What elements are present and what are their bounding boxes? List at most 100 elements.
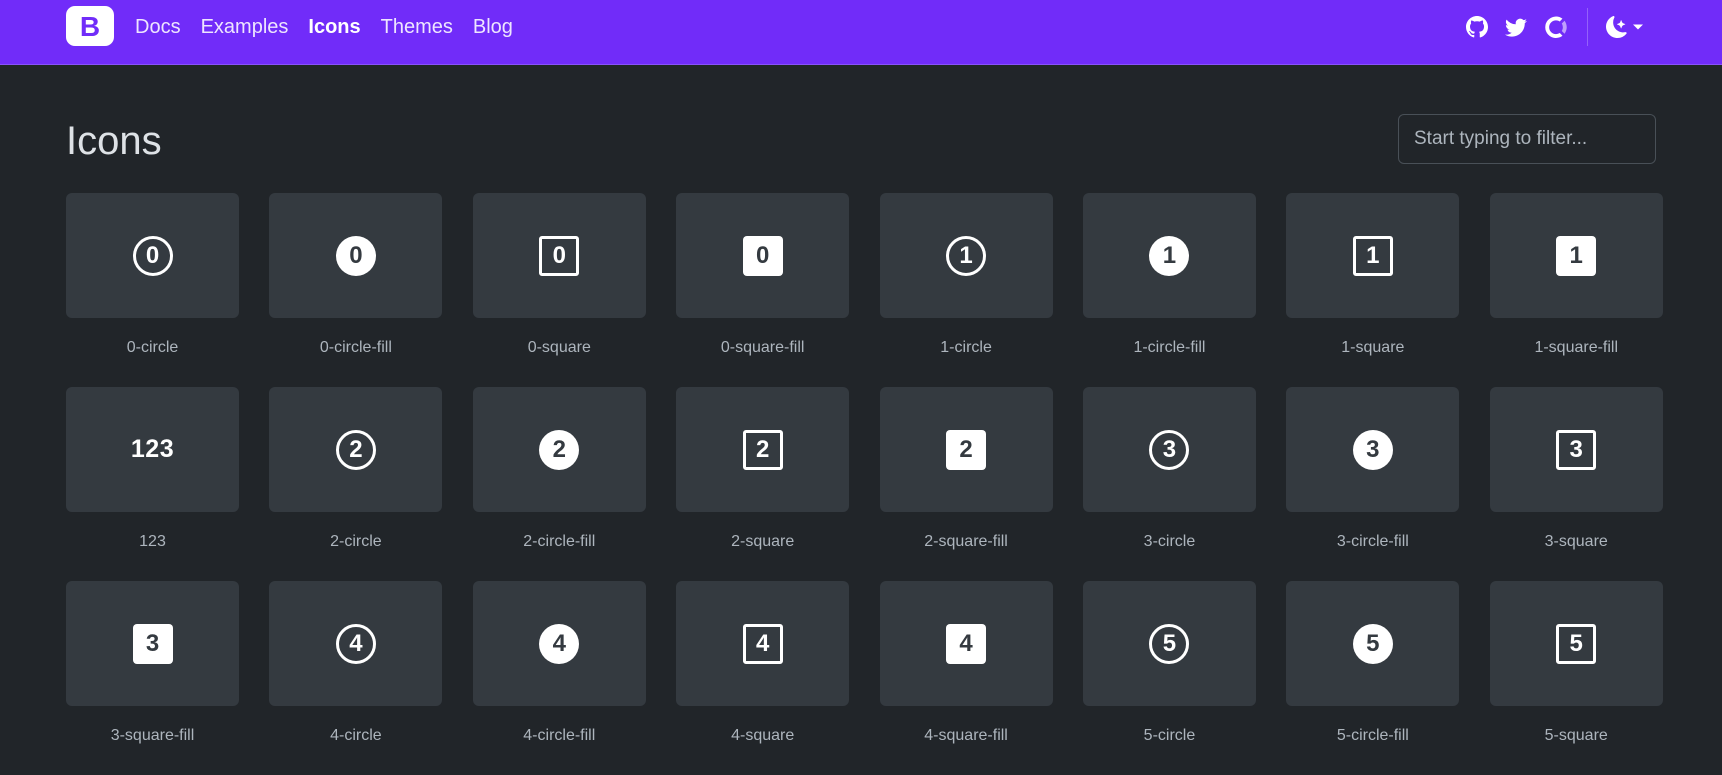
icon-label: 2-circle-fill — [523, 533, 596, 550]
2-square-icon: 2 — [742, 429, 783, 470]
icon-label: 4-circle-fill — [523, 727, 596, 744]
bootstrap-logo[interactable]: B — [66, 6, 114, 46]
icon-preview: 1 — [1286, 193, 1460, 318]
5-circle-icon: 5 — [1149, 623, 1190, 664]
icon-preview: 1 — [1489, 193, 1663, 318]
3-circle-fill-icon: 3 — [1352, 429, 1393, 470]
icon-card-0-square[interactable]: 0 0-square — [472, 193, 646, 387]
icon-label: 0-square-fill — [720, 339, 805, 356]
bootstrap-logo-icon: B — [80, 11, 100, 42]
twitter-icon[interactable] — [1505, 16, 1527, 38]
icon-preview: 3 — [1082, 387, 1256, 512]
icon-card-1-circle[interactable]: 1 1-circle — [879, 193, 1053, 387]
icon-preview: 5 — [1489, 581, 1663, 706]
icon-preview: 0 — [676, 193, 850, 318]
icon-label: 0-square — [527, 339, 591, 356]
icon-card-4-square[interactable]: 4 4-square — [676, 581, 850, 775]
nav-link-blog[interactable]: Blog — [473, 16, 513, 39]
icon-card-1-square-fill[interactable]: 1 1-square-fill — [1489, 193, 1663, 387]
icon-label: 0-circle — [126, 339, 179, 356]
icon-label: 1-square-fill — [1534, 339, 1619, 356]
icon-card-4-square-fill[interactable]: 4 4-square-fill — [879, 581, 1053, 775]
3-circle-icon: 3 — [1149, 429, 1190, 470]
icon-preview: 0 — [269, 193, 443, 318]
icon-preview: 3 — [66, 581, 239, 706]
icon-label: 2-circle — [330, 533, 382, 550]
top-navbar: B Docs Examples Icons Themes Blog — [0, 0, 1722, 65]
brand-letter: B — [80, 11, 100, 42]
2-circle-icon: 2 — [335, 429, 376, 470]
icon-card-1-square[interactable]: 1 1-square — [1286, 193, 1460, 387]
icon-preview: 123 — [66, 387, 239, 512]
icon-label: 2-square-fill — [924, 533, 1008, 550]
icon-card-0-circle[interactable]: 0 0-circle — [66, 193, 239, 387]
icon-card-5-circle[interactable]: 5 5-circle — [1082, 581, 1256, 775]
5-square-icon: 5 — [1556, 623, 1597, 664]
4-circle-fill-icon: 4 — [539, 623, 580, 664]
icon-card-1-circle-fill[interactable]: 1 1-circle-fill — [1082, 193, 1256, 387]
icon-card-2-circle[interactable]: 2 2-circle — [269, 387, 443, 581]
icon-preview: 1 — [1082, 193, 1256, 318]
icon-preview: 0 — [472, 193, 646, 318]
2-square-fill-icon: 2 — [946, 429, 987, 470]
2-circle-fill-icon: 2 — [539, 429, 580, 470]
icon-label: 0-circle-fill — [319, 339, 392, 356]
icon-preview: 1 — [879, 193, 1053, 318]
0-circle-icon: 0 — [132, 235, 173, 276]
icon-label: 5-square — [1544, 727, 1608, 744]
icon-card-4-circle[interactable]: 4 4-circle — [269, 581, 443, 775]
icon-card-2-circle-fill[interactable]: 2 2-circle-fill — [472, 387, 646, 581]
icon-card-4-circle-fill[interactable]: 4 4-circle-fill — [472, 581, 646, 775]
icon-label: 4-square — [731, 727, 795, 744]
icon-card-0-circle-fill[interactable]: 0 0-circle-fill — [269, 193, 443, 387]
icon-preview: 2 — [879, 387, 1053, 512]
1-square-fill-icon: 1 — [1556, 235, 1597, 276]
icon-preview: 4 — [472, 581, 646, 706]
icon-filter-input[interactable] — [1398, 114, 1656, 164]
0-square-fill-icon: 0 — [742, 235, 783, 276]
icon-label: 3-circle — [1143, 533, 1196, 550]
icon-label: 4-circle — [330, 727, 382, 744]
opencollective-icon[interactable] — [1545, 16, 1567, 38]
github-icon[interactable] — [1466, 16, 1488, 38]
icon-card-2-square-fill[interactable]: 2 2-square-fill — [879, 387, 1053, 581]
icon-label: 5-circle — [1143, 727, 1196, 744]
icon-preview: 4 — [676, 581, 850, 706]
icon-preview: 4 — [879, 581, 1053, 706]
nav-link-icons[interactable]: Icons — [308, 16, 360, 39]
icon-grid: 0 0-circle 0 0-circle-fill 0 0-square 0 0-squar… — [66, 193, 1663, 775]
nav-link-themes[interactable]: Themes — [381, 16, 453, 39]
theme-toggle-button[interactable] — [1606, 14, 1648, 40]
icon-label: 4-square-fill — [924, 727, 1008, 744]
icon-card-3-circle[interactable]: 3 3-circle — [1082, 387, 1256, 581]
moon-stars-icon — [1606, 16, 1627, 38]
icon-card-3-circle-fill[interactable]: 3 3-circle-fill — [1286, 387, 1460, 581]
main-nav: Docs Examples Icons Themes Blog — [135, 0, 533, 54]
page-title: Icons — [66, 119, 162, 163]
icon-label: 1-circle-fill — [1133, 339, 1206, 356]
4-square-icon: 4 — [742, 623, 783, 664]
icon-card-0-square-fill[interactable]: 0 0-square-fill — [676, 193, 850, 387]
4-square-fill-icon: 4 — [946, 623, 987, 664]
nav-link-docs[interactable]: Docs — [135, 16, 181, 39]
icon-preview: 2 — [676, 387, 850, 512]
nav-link-examples[interactable]: Examples — [201, 16, 289, 39]
icon-label: 5-circle-fill — [1336, 727, 1409, 744]
icon-label: 1-circle — [940, 339, 992, 356]
icon-card-3-square-fill[interactable]: 3 3-square-fill — [66, 581, 239, 775]
0-square-icon: 0 — [539, 235, 580, 276]
icon-preview: 5 — [1082, 581, 1256, 706]
icon-card-2-square[interactable]: 2 2-square — [676, 387, 850, 581]
icon-card-5-circle-fill[interactable]: 5 5-circle-fill — [1286, 581, 1460, 775]
icon-card-3-square[interactable]: 3 3-square — [1489, 387, 1663, 581]
icon-card-5-square[interactable]: 5 5-square — [1489, 581, 1663, 775]
nav-divider — [1587, 8, 1588, 46]
chevron-down-icon — [1633, 24, 1643, 30]
1-square-icon: 1 — [1352, 235, 1393, 276]
3-square-fill-icon: 3 — [132, 623, 173, 664]
123-icon: 123 — [130, 435, 175, 463]
4-circle-icon: 4 — [335, 623, 376, 664]
icon-label: 3-square — [1544, 533, 1608, 550]
1-circle-fill-icon: 1 — [1149, 235, 1190, 276]
icon-card-123[interactable]: 123 123 — [66, 387, 239, 581]
